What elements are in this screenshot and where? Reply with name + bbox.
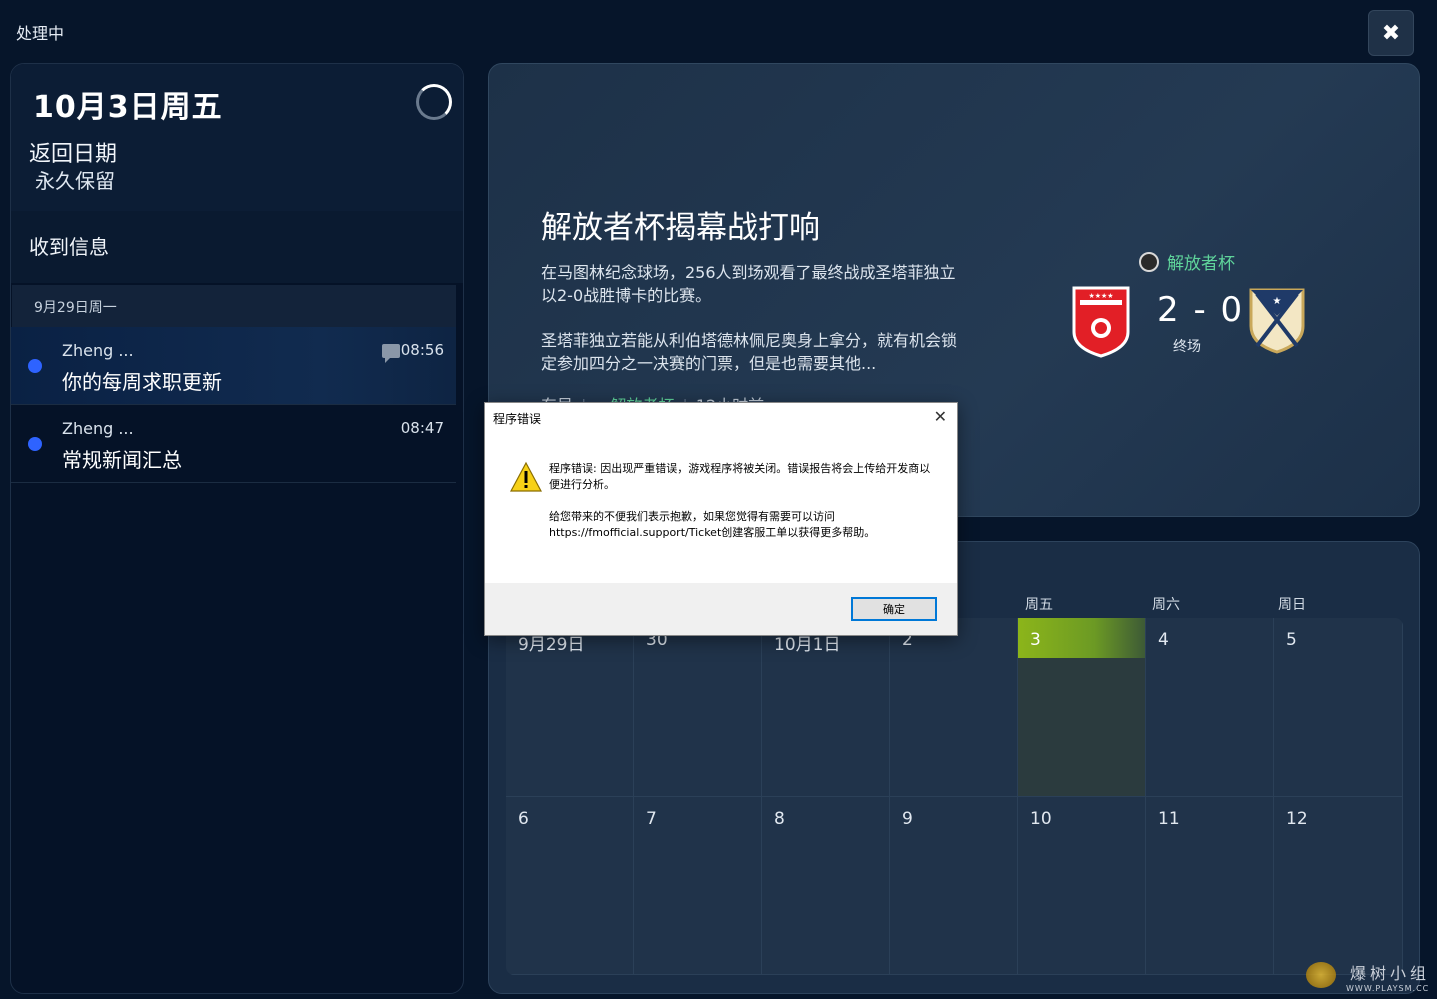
news-headline: 解放者杯揭幕战打响 xyxy=(541,210,820,246)
trophy-icon xyxy=(1139,251,1159,272)
calendar-day[interactable]: 5 xyxy=(1274,618,1403,797)
dialog-close-icon[interactable]: ✕ xyxy=(934,407,947,426)
unread-dot-icon xyxy=(28,359,42,373)
day-number: 12 xyxy=(1286,809,1308,829)
calendar-day[interactable]: 6 xyxy=(506,797,634,975)
home-team-crest-icon[interactable]: ★★★★ xyxy=(1072,286,1130,358)
return-date-label: 返回日期 xyxy=(29,142,118,167)
calendar-day[interactable]: 2 xyxy=(890,618,1018,797)
dialog-message: 程序错误: 因出现严重错误，游戏程序将被关闭。错误报告将会上传给开发商以便进行分… xyxy=(549,462,931,491)
news-body-1: 在马图林纪念球场，256人到场观看了最终战成圣塔菲独立以2-0战胜博卡的比赛。 xyxy=(541,263,956,305)
calendar-day-today[interactable]: 3 xyxy=(1018,618,1146,797)
message-item[interactable]: Zheng ... 08:56 你的每周求职更新 xyxy=(11,327,456,405)
day-number: 5 xyxy=(1286,630,1297,650)
received-label: 收到信息 xyxy=(29,235,109,259)
away-team-crest-icon[interactable]: ★ xyxy=(1247,286,1307,354)
svg-text:★: ★ xyxy=(1273,296,1282,307)
calendar-day[interactable]: 4 xyxy=(1146,618,1274,797)
unread-dot-icon xyxy=(28,437,42,451)
calendar-day[interactable]: 9月29日 xyxy=(506,618,634,797)
calendar-day[interactable]: 8 xyxy=(762,797,890,975)
competition-link[interactable]: 解放者杯 xyxy=(1139,249,1235,274)
window-title: 处理中 xyxy=(16,24,65,43)
day-number: 10 xyxy=(1030,809,1052,829)
calendar-day[interactable]: 9 xyxy=(890,797,1018,975)
close-icon: ✖ xyxy=(1381,20,1401,46)
day-number: 4 xyxy=(1158,630,1169,650)
date-header: 10月3日周五 返回日期 永久保留 xyxy=(11,64,463,211)
watermark-text: 爆树小组 xyxy=(1350,964,1431,983)
inbox-panel: 10月3日周五 返回日期 永久保留 收到信息 9月29日周一 Zheng ...… xyxy=(10,63,464,994)
watermark-url: WWW.PLAYSM.CC xyxy=(1346,984,1430,993)
warning-icon xyxy=(509,461,543,492)
error-dialog: 程序错误 ✕ 程序错误: 因出现严重错误，游戏程序将被关闭。错误报告将会上传给开… xyxy=(484,402,958,636)
group-date-label: 9月29日周一 xyxy=(34,300,117,316)
weekday-label: 周五 xyxy=(1025,597,1053,613)
message-sender: Zheng ... xyxy=(62,341,134,360)
received-header: 收到信息 xyxy=(11,211,463,283)
message-group-date: 9月29日周一 xyxy=(12,285,456,327)
message-time: 08:47 xyxy=(400,419,444,437)
day-number: 11 xyxy=(1158,809,1180,829)
close-button[interactable]: ✖ xyxy=(1368,10,1414,56)
return-date-value: 永久保留 xyxy=(35,169,115,193)
message-time: 08:56 xyxy=(400,341,444,359)
dialog-title: 程序错误 xyxy=(493,412,542,426)
calendar-day[interactable]: 11 xyxy=(1146,797,1274,975)
day-number: 8 xyxy=(774,809,785,829)
message-item[interactable]: Zheng ... 08:47 常规新闻汇总 xyxy=(11,405,456,483)
loading-spinner-icon xyxy=(416,84,452,120)
calendar-day[interactable]: 7 xyxy=(634,797,762,975)
day-number: 7 xyxy=(646,809,657,829)
calendar-grid: 9月29日 30 10月1日 2 3 4 5 6 7 8 9 10 11 12 xyxy=(506,618,1403,975)
calendar-day[interactable]: 12 xyxy=(1274,797,1403,975)
match-score: 2 - 0 xyxy=(1157,290,1245,330)
competition-name: 解放者杯 xyxy=(1167,254,1235,274)
current-date: 10月3日周五 xyxy=(33,90,223,125)
weekday-label: 周六 xyxy=(1152,597,1180,613)
weekday-label: 周日 xyxy=(1278,597,1306,613)
calendar-day[interactable]: 10 xyxy=(1018,797,1146,975)
calendar-day[interactable]: 30 xyxy=(634,618,762,797)
dialog-footer: 确定 xyxy=(485,583,957,635)
match-status: 终场 xyxy=(1173,339,1201,355)
svg-text:★★★★: ★★★★ xyxy=(1088,292,1113,300)
dialog-message-support: 给您带来的不便我们表示抱歉，如果您觉得有需要可以访问https://fmoffi… xyxy=(549,510,876,539)
news-body-2: 圣塔菲独立若能从利伯塔德林佩尼奥身上拿分，就有机会锁定参加四分之一决赛的门票，但… xyxy=(541,331,958,373)
message-sender: Zheng ... xyxy=(62,419,134,438)
message-subject: 常规新闻汇总 xyxy=(62,448,182,472)
chat-bubble-icon xyxy=(382,344,400,363)
day-number: 6 xyxy=(518,809,529,829)
message-subject: 你的每周求职更新 xyxy=(62,370,222,394)
ok-button[interactable]: 确定 xyxy=(851,597,937,621)
calendar-day[interactable]: 10月1日 xyxy=(762,618,890,797)
day-number: 9 xyxy=(902,809,913,829)
day-number: 3 xyxy=(1030,630,1041,650)
watermark: 爆树小组 WWW.PLAYSM.CC xyxy=(1310,960,1430,993)
